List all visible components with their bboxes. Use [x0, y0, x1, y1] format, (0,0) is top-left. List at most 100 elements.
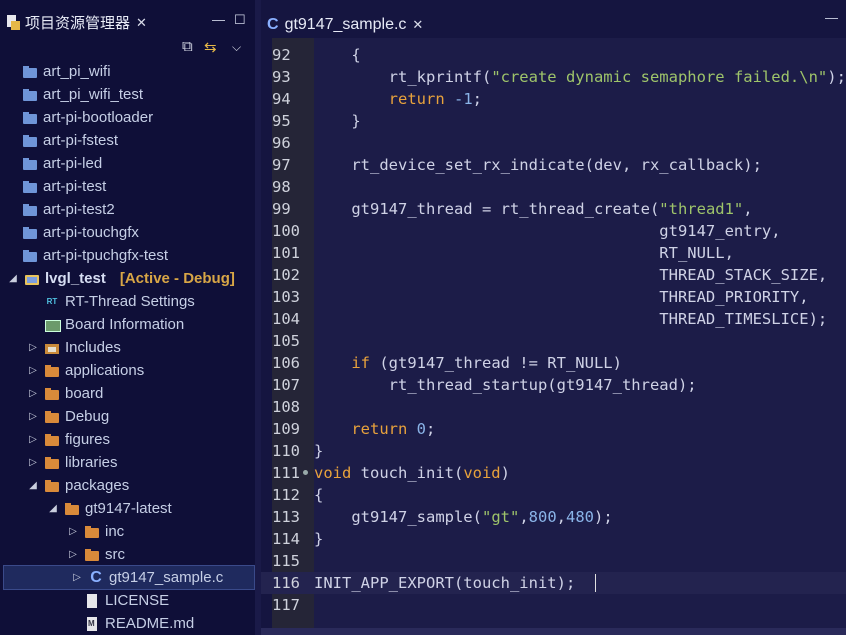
code-line[interactable]: 100 gt9147_entry,: [261, 220, 846, 242]
chevron-right-icon[interactable]: ▷: [72, 572, 82, 583]
editor-tab[interactable]: C gt9147_sample.c ✕: [261, 11, 431, 38]
rt-thread-settings-icon: RT: [46, 296, 58, 306]
code-line[interactable]: 113 gt9147_sample("gt",800,480);: [261, 506, 846, 528]
line-number: 108: [272, 398, 300, 416]
tree-label: figures: [65, 431, 111, 448]
folder-icon: [84, 524, 100, 540]
code-line[interactable]: 107 rt_thread_startup(gt9147_thread);: [261, 374, 846, 396]
code-text: {: [314, 486, 324, 504]
minimize-icon[interactable]: —: [825, 10, 838, 25]
editor-scrollbar[interactable]: [261, 628, 846, 635]
tree-item-includes[interactable]: ▷ Includes: [0, 336, 255, 359]
tree-item-folder[interactable]: ▷ src: [0, 543, 255, 566]
expand-down-icon[interactable]: ◢: [48, 503, 58, 514]
tree-item-file[interactable]: README.md: [0, 612, 255, 635]
code-line[interactable]: 101 RT_NULL,: [261, 242, 846, 264]
chevron-right-icon[interactable]: ▷: [68, 549, 78, 560]
code-text: void touch_init(void): [314, 464, 510, 482]
chevron-right-icon[interactable]: ▷: [68, 526, 78, 537]
chevron-right-icon[interactable]: ▷: [28, 388, 38, 399]
code-line[interactable]: 98: [261, 176, 846, 198]
code-text: gt9147_thread = rt_thread_create("thread…: [314, 200, 753, 218]
line-number: 115: [272, 552, 300, 570]
code-line[interactable]: 93 rt_kprintf("create dynamic semaphore …: [261, 66, 846, 88]
code-line[interactable]: 108: [261, 396, 846, 418]
folder-icon: [44, 409, 60, 425]
active-project-label: lvgl_test: [45, 270, 106, 287]
tree-item-board-info[interactable]: Board Information: [0, 313, 255, 336]
code-line[interactable]: 92 {: [261, 44, 846, 66]
chevron-right-icon[interactable]: ▷: [28, 434, 38, 445]
code-line[interactable]: 103 THREAD_PRIORITY,: [261, 286, 846, 308]
code-area[interactable]: 92 {93 rt_kprintf("create dynamic semaph…: [261, 38, 846, 628]
minimize-icon[interactable]: —: [212, 12, 225, 27]
tree-item-folder-packages[interactable]: ◢ packages: [0, 474, 255, 497]
line-number: 114: [272, 530, 300, 548]
code-line[interactable]: 99 gt9147_thread = rt_thread_create("thr…: [261, 198, 846, 220]
code-line[interactable]: 112 {: [261, 484, 846, 506]
expand-down-icon[interactable]: ◢: [8, 273, 18, 284]
code-line[interactable]: 110}: [261, 440, 846, 462]
expand-down-icon[interactable]: ◢: [28, 480, 38, 491]
link-editor-icon[interactable]: ⇆: [204, 38, 217, 56]
code-line[interactable]: 105: [261, 330, 846, 352]
line-number: 113: [272, 508, 300, 526]
explorer-tab[interactable]: 项目资源管理器 ✕: [0, 9, 160, 36]
close-icon[interactable]: ✕: [412, 17, 423, 33]
tree-item-folder[interactable]: ▷ figures: [0, 428, 255, 451]
editor-window-controls: —: [825, 10, 838, 25]
tree-item-project[interactable]: art-pi-test2: [0, 198, 255, 221]
chevron-right-icon[interactable]: ▷: [28, 411, 38, 422]
tree-item-folder[interactable]: ▷ inc: [0, 520, 255, 543]
code-line[interactable]: 94 return -1;: [261, 88, 846, 110]
line-number: 96: [272, 134, 291, 152]
tree-label: gt9147_sample.c: [109, 569, 224, 586]
tree-item-project[interactable]: art-pi-led: [0, 152, 255, 175]
code-line[interactable]: 116 INIT_APP_EXPORT(touch_init);: [261, 572, 846, 594]
tree-item-active-project[interactable]: ◢ lvgl_test [Active - Debug]: [0, 267, 255, 290]
code-line[interactable]: 95 }: [261, 110, 846, 132]
tree-item-project[interactable]: art_pi_wifi_test: [0, 83, 255, 106]
tree-item-project[interactable]: art-pi-fstest: [0, 129, 255, 152]
tree-item-folder[interactable]: ▷ applications: [0, 359, 255, 382]
tree-item-folder[interactable]: ▷ Debug: [0, 405, 255, 428]
tree-item-project[interactable]: art_pi_wifi: [0, 60, 255, 83]
chevron-right-icon[interactable]: ▷: [28, 365, 38, 376]
line-number: 117: [272, 596, 300, 614]
tree-item-folder[interactable]: ▷ board: [0, 382, 255, 405]
tree-item-project[interactable]: art-pi-bootloader: [0, 106, 255, 129]
tree-label: applications: [65, 362, 145, 379]
code-line[interactable]: 96: [261, 132, 846, 154]
code-line[interactable]: 106 if (gt9147_thread != RT_NULL): [261, 352, 846, 374]
code-text: return 0;: [351, 420, 436, 438]
code-line[interactable]: 109 return 0;: [261, 418, 846, 440]
code-line[interactable]: 104 THREAD_TIMESLICE);: [261, 308, 846, 330]
fold-marker-icon[interactable]: [303, 470, 308, 475]
tree-item-rt-settings[interactable]: RT RT-Thread Settings: [0, 290, 255, 313]
tree-item-folder[interactable]: ▷ libraries: [0, 451, 255, 474]
code-line[interactable]: 97 rt_device_set_rx_indicate(dev, rx_cal…: [261, 154, 846, 176]
project-label: art-pi-bootloader: [43, 109, 154, 126]
code-line[interactable]: 115: [261, 550, 846, 572]
code-line[interactable]: 102 THREAD_STACK_SIZE,: [261, 264, 846, 286]
code-line[interactable]: 114}: [261, 528, 846, 550]
tree-item-file[interactable]: LICENSE: [0, 589, 255, 612]
collapse-all-icon[interactable]: ⧉: [182, 38, 193, 55]
view-menu-icon[interactable]: ⌵: [232, 40, 241, 55]
project-label: art_pi_wifi: [43, 63, 111, 80]
tree-item-folder-gt9147[interactable]: ◢ gt9147-latest: [0, 497, 255, 520]
code-line[interactable]: 111 void touch_init(void): [261, 462, 846, 484]
code-line[interactable]: 117: [261, 594, 846, 616]
close-icon[interactable]: ✕: [136, 15, 147, 31]
project-icon: [22, 64, 38, 80]
chevron-right-icon[interactable]: ▷: [28, 457, 38, 468]
tree-item-project[interactable]: art-pi-touchgfx: [0, 221, 255, 244]
tree-item-project[interactable]: art-pi-test: [0, 175, 255, 198]
code-editor: C gt9147_sample.c ✕ — 92 {93 rt_kprintf(…: [261, 0, 846, 635]
tree-item-file-selected[interactable]: ▷ Cgt9147_sample.c: [3, 565, 255, 590]
chevron-right-icon[interactable]: ▷: [28, 342, 38, 353]
tree-item-project[interactable]: art-pi-tpuchgfx-test: [0, 244, 255, 267]
maximize-icon[interactable]: ☐: [234, 12, 246, 28]
project-icon: [22, 87, 38, 103]
folder-icon: [44, 455, 60, 471]
